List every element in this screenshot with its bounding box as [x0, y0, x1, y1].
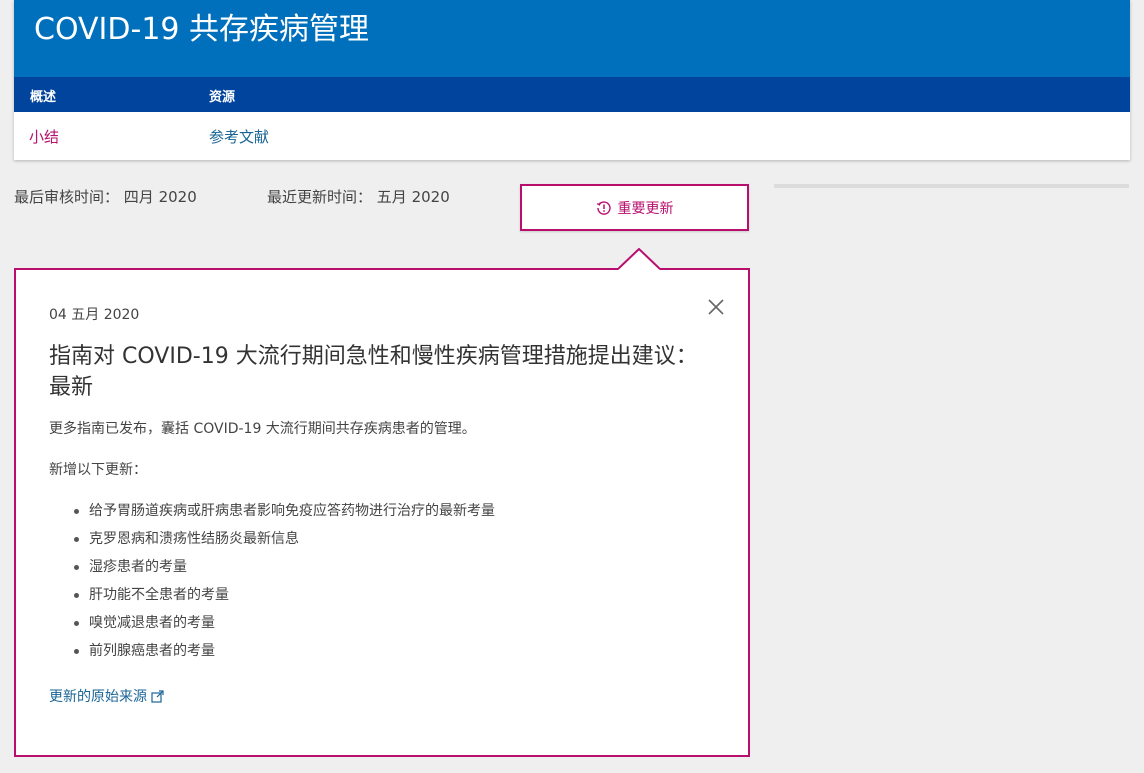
history-alert-icon: [596, 200, 611, 215]
close-icon[interactable]: [706, 297, 726, 317]
sub-nav: 小结 参考文献: [14, 112, 1130, 160]
title-bar: COVID-19 共存疾病管理: [14, 0, 1130, 77]
last-updated-value: 五月 2020: [376, 188, 450, 206]
page-title: COVID-19 共存疾病管理: [34, 12, 370, 47]
update-title: 指南对 COVID-19 大流行期间急性和慢性疾病管理措施提出建议：最新: [49, 344, 698, 400]
list-item: 肝功能不全患者的考量: [49, 581, 495, 609]
list-item: 前列腺癌患者的考量: [49, 637, 495, 665]
list-item: 嗅觉减退患者的考量: [49, 609, 495, 637]
last-updated: 最近更新时间： 五月 2020: [267, 186, 450, 207]
original-source-label: 更新的原始来源: [49, 689, 147, 705]
last-updated-label: 最近更新时间：: [267, 188, 373, 206]
nav-overview[interactable]: 概述: [30, 86, 56, 105]
update-popup: 04 五月 2020 指南对 COVID-19 大流行期间急性和慢性疾病管理措施…: [14, 268, 750, 757]
right-column-divider: [774, 184, 1129, 188]
external-link-icon: [151, 689, 164, 703]
link-summary[interactable]: 小结: [29, 126, 59, 147]
popup-pointer: [618, 248, 660, 270]
last-reviewed-label: 最后审核时间：: [14, 188, 120, 206]
link-references[interactable]: 参考文献: [209, 126, 269, 147]
last-reviewed-value: 四月 2020: [123, 188, 197, 206]
update-subheading: 新增以下更新：: [49, 462, 147, 478]
update-date: 04 五月 2020: [49, 307, 140, 323]
nav-resources[interactable]: 资源: [209, 86, 235, 105]
last-reviewed: 最后审核时间： 四月 2020: [14, 186, 197, 207]
important-updates-button[interactable]: 重要更新: [520, 184, 749, 231]
important-updates-label: 重要更新: [617, 200, 674, 217]
section-nav: 概述 资源: [14, 77, 1130, 112]
update-intro: 更多指南已发布，囊括 COVID-19 大流行期间共存疾病患者的管理。: [49, 421, 476, 437]
list-item: 湿疹患者的考量: [49, 553, 495, 581]
original-source-link[interactable]: 更新的原始来源: [49, 686, 164, 706]
list-item: 给予胃肠道疾病或肝病患者影响免疫应答药物进行治疗的最新考量: [49, 497, 495, 525]
list-item: 克罗恩病和溃疡性结肠炎最新信息: [49, 525, 495, 553]
topic-header: COVID-19 共存疾病管理 概述 资源 小结 参考文献: [14, 0, 1130, 160]
update-list: 给予胃肠道疾病或肝病患者影响免疫应答药物进行治疗的最新考量 克罗恩病和溃疡性结肠…: [49, 497, 495, 665]
